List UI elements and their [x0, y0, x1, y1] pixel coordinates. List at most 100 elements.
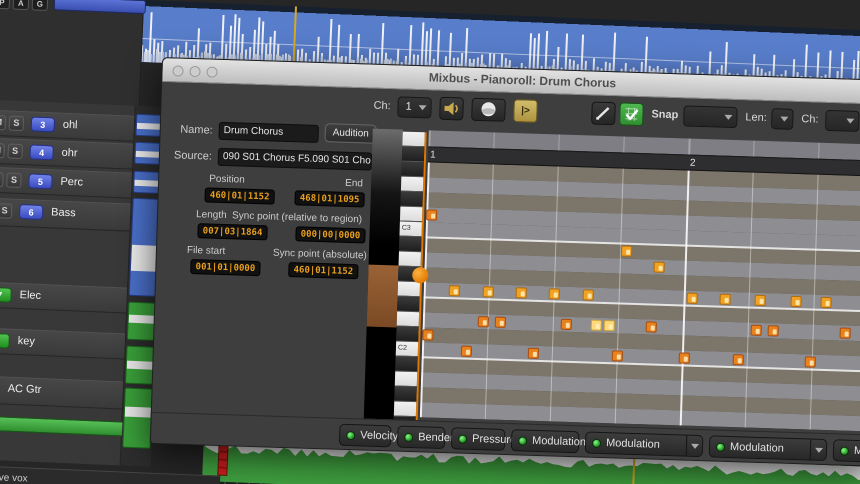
track-row-bass[interactable]: S6Bass	[0, 197, 131, 231]
track-row-ohl[interactable]: MS3ohl	[0, 110, 134, 142]
mute-button[interactable]: M	[0, 115, 6, 131]
piano-key-black[interactable]	[400, 192, 422, 208]
solo-button[interactable]: S	[7, 143, 23, 159]
piano-key-black[interactable]	[394, 386, 416, 402]
piano-key-black[interactable]	[396, 327, 418, 343]
chevron-down-icon[interactable]	[686, 436, 703, 456]
midi-note[interactable]	[561, 319, 572, 330]
midi-note[interactable]	[422, 329, 433, 340]
midi-note[interactable]	[653, 262, 664, 273]
grid-snap-button[interactable]	[619, 102, 644, 126]
automation-lane-button-modulation[interactable]: Modulation	[585, 431, 704, 457]
track-number-chip[interactable]: 6	[19, 204, 44, 220]
audio-region-chip[interactable]	[127, 302, 157, 341]
midi-note[interactable]	[478, 316, 489, 327]
midi-note[interactable]	[495, 317, 506, 328]
snap-dropdown[interactable]	[683, 105, 738, 128]
midi-note[interactable]	[754, 295, 765, 306]
piano-key-white[interactable]	[398, 282, 420, 298]
midi-note[interactable]	[768, 325, 779, 336]
piano-key-black[interactable]	[402, 147, 424, 163]
chevron-down-icon[interactable]	[810, 440, 827, 460]
piano-key-black[interactable]	[395, 356, 417, 372]
piano-key-white[interactable]	[401, 177, 423, 193]
piano-key-white[interactable]	[399, 252, 421, 268]
automation-lane-button-bender[interactable]: Bender	[397, 426, 446, 449]
piano-key-black[interactable]	[401, 162, 423, 178]
midi-note[interactable]	[591, 320, 602, 331]
midi-note[interactable]	[426, 209, 437, 220]
note-length-dropdown[interactable]	[771, 108, 794, 130]
automation-lane-button-velocity[interactable]: Velocity	[339, 424, 392, 448]
midi-note[interactable]	[483, 286, 494, 297]
midi-note[interactable]	[839, 327, 850, 338]
track-row-elec[interactable]: 7Elec	[0, 281, 127, 313]
sync-abs-clock[interactable]: 460|01|1152	[288, 262, 358, 279]
track-row-key[interactable]: 8key	[0, 327, 125, 359]
position-clock[interactable]: 460|01|1152	[204, 187, 274, 204]
midi-note[interactable]	[751, 325, 762, 336]
midi-note[interactable]	[790, 296, 801, 307]
midi-note[interactable]	[449, 285, 460, 296]
piano-key-white[interactable]	[397, 312, 419, 328]
midi-sound-button[interactable]	[471, 98, 506, 122]
midi-note[interactable]	[646, 321, 657, 332]
midi-note[interactable]	[549, 288, 560, 299]
editor-button-g[interactable]: G	[32, 0, 49, 11]
automation-lane-button-mo[interactable]: Mo	[833, 439, 860, 463]
track-number-chip[interactable]: 8	[0, 333, 10, 349]
audio-region-chip[interactable]	[125, 346, 155, 385]
mute-button[interactable]: M	[0, 143, 5, 159]
midi-note[interactable]	[528, 348, 539, 359]
audio-region-chip[interactable]	[122, 388, 152, 449]
bottom-track-header[interactable]: Dave vox	[0, 465, 220, 484]
piano-key-C2[interactable]: C2	[396, 341, 418, 357]
track-row-ohr[interactable]: MS4ohr	[0, 138, 133, 170]
solo-button[interactable]: S	[9, 115, 25, 131]
editor-button-p[interactable]: P	[0, 0, 10, 9]
midi-note[interactable]	[604, 320, 615, 331]
track-number-chip[interactable]: 4	[29, 144, 54, 160]
region-name-input[interactable]: Drum Chorus	[218, 122, 319, 143]
note-grid[interactable]	[420, 162, 860, 431]
channel-spinner[interactable]: 1	[397, 96, 432, 118]
track-number-chip[interactable]: 7	[0, 287, 12, 303]
editor-button-a[interactable]: A	[13, 0, 30, 10]
note-channel-dropdown[interactable]	[825, 110, 860, 132]
end-clock[interactable]: 468|01|1095	[294, 190, 364, 207]
piano-key-black[interactable]	[399, 237, 421, 253]
length-clock[interactable]: 007|03|1864	[197, 223, 267, 240]
midi-note[interactable]	[679, 352, 690, 363]
midi-note[interactable]	[461, 346, 472, 357]
track-number-chip[interactable]: 5	[28, 173, 53, 189]
audition-speaker-button[interactable]	[439, 97, 464, 121]
draw-tool-button[interactable]	[591, 102, 616, 126]
midi-note[interactable]	[621, 246, 632, 257]
piano-key-C3[interactable]: C3	[399, 222, 421, 238]
midi-note[interactable]	[583, 289, 594, 300]
midi-note[interactable]	[805, 356, 816, 367]
midi-note[interactable]	[820, 297, 831, 308]
piano-key-white[interactable]	[400, 207, 422, 223]
solo-button[interactable]: S	[0, 203, 12, 219]
midi-note[interactable]	[733, 354, 744, 365]
automation-lane-button-modulation[interactable]: Modulation	[511, 429, 580, 453]
track-number-chip[interactable]: 3	[31, 116, 56, 132]
midi-note[interactable]	[516, 287, 527, 298]
scroomer-visible-range[interactable]	[367, 265, 399, 328]
midi-note[interactable]	[719, 294, 730, 305]
automation-lane-button-modulation[interactable]: Modulation	[709, 435, 828, 461]
piano-key-white[interactable]	[394, 401, 416, 417]
file-start-clock[interactable]: 001|01|0000	[190, 259, 260, 276]
sync-rel-clock[interactable]: 000|00|0000	[295, 226, 365, 243]
piano-key-black[interactable]	[397, 297, 419, 313]
piano-key-white[interactable]	[402, 132, 424, 148]
piano-key-white[interactable]	[395, 371, 417, 387]
step-entry-button[interactable]: |>	[513, 99, 538, 123]
midi-note[interactable]	[687, 293, 698, 304]
track-row-perc[interactable]: MS5Perc	[0, 167, 132, 199]
mute-button[interactable]: M	[0, 172, 4, 188]
audition-button[interactable]: Audition	[324, 123, 377, 144]
solo-button[interactable]: S	[6, 172, 22, 188]
automation-lane-button-pressure[interactable]: Pressure	[451, 427, 506, 451]
